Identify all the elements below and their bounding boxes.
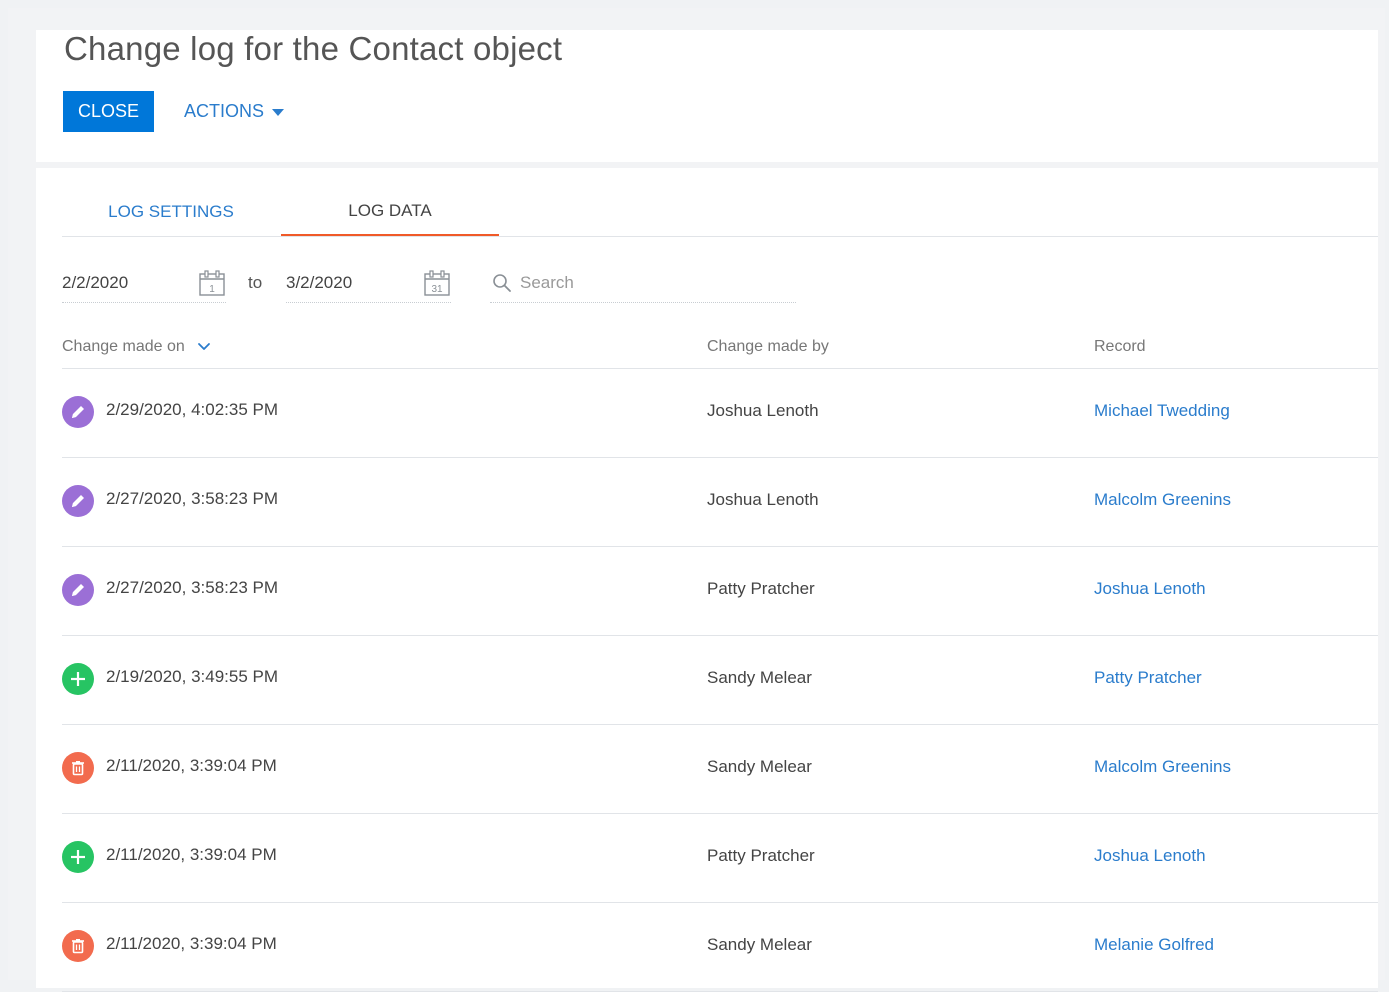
- search-input[interactable]: [520, 270, 790, 296]
- delete-status-icon: [62, 752, 94, 784]
- search-box: [490, 264, 796, 303]
- add-status-icon: [62, 663, 94, 695]
- page-title: Change log for the Contact object: [64, 30, 563, 67]
- calendar-day-label: 1: [209, 284, 215, 295]
- plus-icon: [71, 850, 85, 864]
- change-date: 2/29/2020, 4:02:35 PM: [106, 400, 279, 419]
- delete-status-icon: [62, 930, 94, 962]
- changed-by: Joshua Lenoth: [707, 401, 819, 420]
- page-frame: Change log for the Contact object CLOSE …: [8, 8, 1385, 992]
- record-link[interactable]: Patty Pratcher: [1094, 668, 1202, 688]
- record-link[interactable]: Michael Twedding: [1094, 401, 1230, 421]
- column-header-label: Change made on: [62, 338, 185, 355]
- change-date: 2/11/2020, 3:39:04 PM: [106, 934, 277, 953]
- pencil-icon: [72, 495, 84, 507]
- record-link[interactable]: Joshua Lenoth: [1094, 579, 1206, 599]
- date-range-separator: to: [248, 273, 263, 292]
- column-header-change-made-by[interactable]: Change made by: [707, 338, 829, 356]
- table-row[interactable]: 2/27/2020, 3:58:23 PM Patty Pratcher Joshu…: [62, 547, 1378, 636]
- actions-label: ACTIONS: [184, 101, 265, 121]
- calendar-icon[interactable]: 1: [198, 269, 226, 297]
- table-row[interactable]: 2/11/2020, 3:39:04 PM Sandy Melear Melanie…: [62, 903, 1378, 992]
- record-link[interactable]: Malcolm Greenins: [1094, 490, 1231, 510]
- changed-by: Sandy Melear: [707, 935, 812, 954]
- pencil-icon: [72, 406, 84, 418]
- column-header-record[interactable]: Record: [1094, 338, 1146, 356]
- change-date: 2/27/2020, 3:58:23 PM: [106, 489, 279, 508]
- record-link[interactable]: Melanie Golfred: [1094, 935, 1214, 955]
- changed-by: Patty Pratcher: [707, 579, 815, 598]
- table-row[interactable]: 2/29/2020, 4:02:35 PM Joshua Lenoth Michae…: [62, 369, 1378, 458]
- edit-status-icon: [62, 574, 94, 606]
- change-date: 2/19/2020, 3:49:55 PM: [106, 667, 279, 686]
- header-panel: Change log for the Contact object CLOSE …: [36, 30, 1378, 162]
- date-from-field[interactable]: 2/2/2020 1: [62, 264, 226, 303]
- calendar-icon[interactable]: 31: [423, 269, 451, 297]
- edit-status-icon: [62, 485, 94, 517]
- tab-log-settings[interactable]: LOG SETTINGS: [62, 188, 280, 235]
- change-date: 2/27/2020, 3:58:23 PM: [106, 578, 279, 597]
- table-row[interactable]: 2/11/2020, 3:39:04 PM Sandy Melear Malcolm…: [62, 725, 1378, 814]
- trash-icon: [72, 761, 84, 776]
- date-to-field[interactable]: 3/2/2020 31: [286, 264, 451, 303]
- search-icon: [493, 274, 511, 292]
- plus-icon: [71, 672, 85, 686]
- add-status-icon: [62, 841, 94, 873]
- table-row[interactable]: 2/19/2020, 3:49:55 PM Sandy Melear Patty P…: [62, 636, 1378, 725]
- calendar-day-label: 31: [431, 284, 443, 295]
- column-header-change-made-on[interactable]: Change made on: [62, 338, 211, 356]
- tab-bar: LOG SETTINGS LOG DATA: [62, 188, 1378, 237]
- table-row[interactable]: 2/11/2020, 3:39:04 PM Patty Pratcher Joshu…: [62, 814, 1378, 903]
- tab-log-data[interactable]: LOG DATA: [281, 188, 499, 236]
- actions-dropdown-button[interactable]: ACTIONS: [184, 91, 285, 132]
- change-date: 2/11/2020, 3:39:04 PM: [106, 845, 277, 864]
- pencil-icon: [72, 584, 84, 596]
- log-rows: 2/29/2020, 4:02:35 PM Joshua Lenoth Michae…: [62, 369, 1378, 992]
- log-panel: LOG SETTINGS LOG DATA 2/2/2020 1 to 3/2/…: [36, 168, 1378, 992]
- change-date: 2/11/2020, 3:39:04 PM: [106, 756, 277, 775]
- caret-down-icon: [272, 109, 285, 116]
- changed-by: Sandy Melear: [707, 757, 812, 776]
- filter-row: 2/2/2020 1 to 3/2/2020 31: [62, 264, 862, 304]
- table-header: Change made on Change made by Record: [62, 330, 1378, 369]
- edit-status-icon: [62, 396, 94, 428]
- date-from-value: 2/2/2020: [62, 273, 129, 292]
- record-link[interactable]: Malcolm Greenins: [1094, 757, 1231, 777]
- changed-by: Patty Pratcher: [707, 846, 815, 865]
- chevron-down-icon[interactable]: [197, 340, 211, 354]
- table-row[interactable]: 2/27/2020, 3:58:23 PM Joshua Lenoth Malcol…: [62, 458, 1378, 547]
- changed-by: Sandy Melear: [707, 668, 812, 687]
- close-button[interactable]: CLOSE: [63, 91, 154, 132]
- changed-by: Joshua Lenoth: [707, 490, 819, 509]
- trash-icon: [72, 939, 84, 954]
- date-to-value: 3/2/2020: [286, 273, 353, 292]
- record-link[interactable]: Joshua Lenoth: [1094, 846, 1206, 866]
